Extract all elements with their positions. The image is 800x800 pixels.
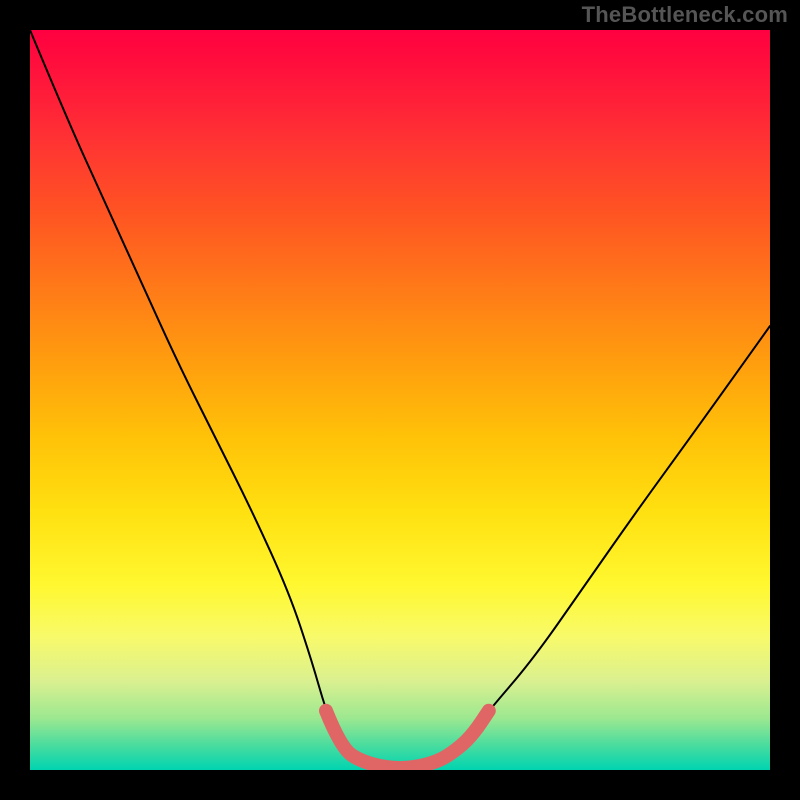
chart-svg: [30, 30, 770, 770]
bottleneck-curve: [30, 30, 770, 768]
bottleneck-chart: [30, 30, 770, 770]
optimal-range-marker: [326, 711, 489, 768]
watermark-text: TheBottleneck.com: [582, 2, 788, 28]
